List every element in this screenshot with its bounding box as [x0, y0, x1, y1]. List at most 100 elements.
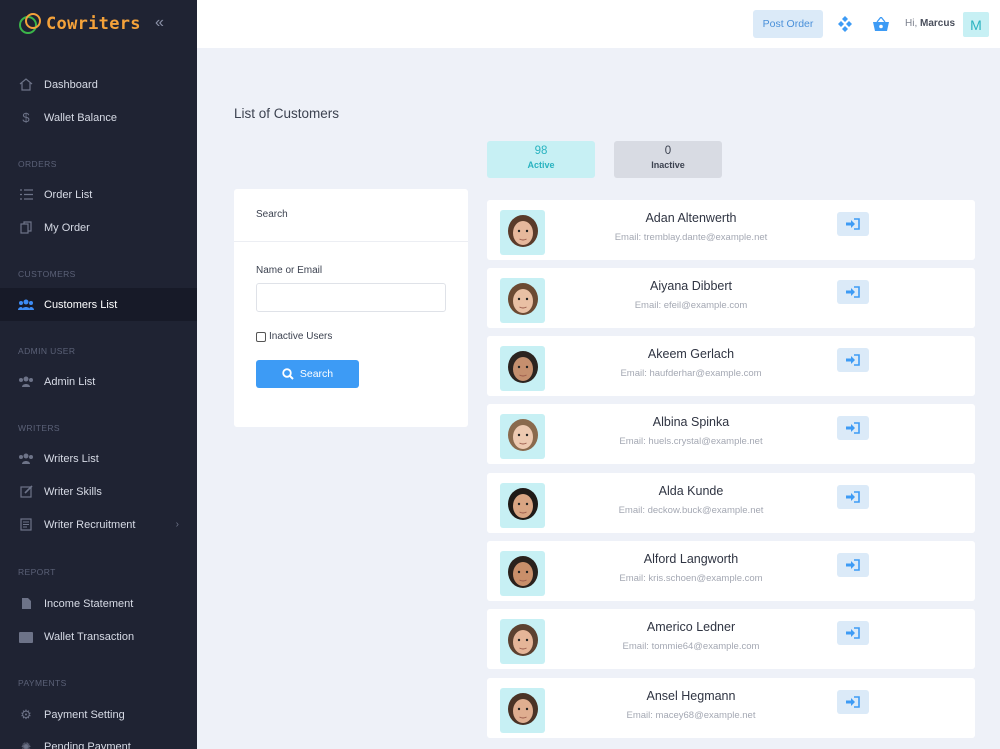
- login-as-customer-button[interactable]: [837, 621, 869, 645]
- customer-photo: [500, 346, 545, 391]
- sidebar-item-writers-list[interactable]: Writers List: [0, 442, 197, 475]
- sign-in-icon: [846, 286, 860, 298]
- sign-in-icon: [846, 627, 860, 639]
- search-panel: Search Name or Email Inactive Users Sear…: [234, 189, 468, 427]
- inactive-users-label: Inactive Users: [269, 331, 333, 342]
- login-as-customer-button[interactable]: [837, 485, 869, 509]
- sidebar-item-writer-recruitment[interactable]: Writer Recruitment ›: [0, 508, 197, 541]
- apps-icon[interactable]: [835, 14, 855, 34]
- active-count: 98: [534, 145, 548, 157]
- active-count-badge[interactable]: 98 Active: [487, 141, 595, 178]
- login-as-customer-button[interactable]: [837, 348, 869, 372]
- sidebar-item-label: Customers List: [44, 298, 118, 311]
- list-item: Alford Langworth Email: kris.schoen@examp…: [487, 541, 975, 601]
- sidebar-item-wallet-transaction[interactable]: Wallet Transaction: [0, 620, 197, 653]
- name-or-email-label: Name or Email: [256, 265, 323, 276]
- list-item: Americo Ledner Email: tommie64@example.co…: [487, 609, 975, 669]
- file-icon: [18, 597, 34, 611]
- login-as-customer-button[interactable]: [837, 212, 869, 236]
- sidebar-item-customers-list[interactable]: Customers List: [0, 288, 197, 321]
- section-caption-admin-user: ADMIN USER: [18, 346, 76, 356]
- greeting-prefix: Hi,: [905, 18, 918, 29]
- sidebar-item-income-statement[interactable]: Income Statement: [0, 587, 197, 620]
- user-name: Marcus: [920, 18, 956, 29]
- customer-name: Americo Ledner: [646, 620, 736, 634]
- name-or-email-input[interactable]: [256, 283, 446, 312]
- sidebar-item-label: Income Statement: [44, 597, 134, 610]
- customer-photo: [500, 688, 545, 733]
- inactive-users-checkbox[interactable]: Inactive Users: [256, 331, 332, 342]
- sidebar-item-order-list[interactable]: Order List: [0, 178, 197, 211]
- search-icon: [282, 368, 294, 380]
- inactive-label: Inactive: [651, 160, 685, 170]
- search-button[interactable]: Search: [256, 360, 359, 388]
- customer-email: Email: tremblay.dante@example.net: [614, 232, 768, 243]
- customer-photo: [500, 483, 545, 528]
- sign-in-icon: [846, 354, 860, 366]
- sidebar-item-admin-list[interactable]: Admin List: [0, 365, 197, 398]
- customer-email: Email: tommie64@example.com: [622, 641, 760, 652]
- edit-icon: [18, 485, 34, 499]
- sidebar-item-label: Pending Payment: [44, 740, 131, 749]
- sidebar-item-label: Wallet Transaction: [44, 630, 135, 643]
- post-order-button[interactable]: Post Order: [753, 10, 823, 38]
- login-as-customer-button[interactable]: [837, 690, 869, 714]
- avatar[interactable]: M: [963, 12, 989, 37]
- copy-icon: [18, 221, 34, 235]
- list-item: Aiyana Dibbert Email: efeil@example.com: [487, 268, 975, 328]
- top-bar: Post Order Hi, Marcus M: [197, 0, 1000, 48]
- active-label: Active: [527, 160, 555, 170]
- inactive-count: 0: [664, 145, 672, 157]
- customer-photo: [500, 278, 545, 323]
- sidebar-item-pending-payment[interactable]: ✺ Pending Payment: [0, 730, 197, 749]
- sign-in-icon: [846, 696, 860, 708]
- users-icon: [18, 452, 34, 466]
- sidebar-item-label: Dashboard: [44, 78, 98, 91]
- dollar-icon: $: [22, 110, 30, 125]
- sidebar-item-wallet-balance[interactable]: $ Wallet Balance: [0, 101, 197, 134]
- customer-name: Adan Altenwerth: [645, 211, 737, 225]
- login-as-customer-button[interactable]: [837, 553, 869, 577]
- sign-in-icon: [846, 491, 860, 503]
- greeting: Hi, Marcus: [905, 18, 955, 29]
- list-item: Alda Kunde Email: deckow.buck@example.net: [487, 473, 975, 533]
- document-icon: [18, 518, 34, 532]
- collapse-sidebar-icon[interactable]: «: [155, 14, 164, 32]
- customer-name: Alda Kunde: [658, 484, 724, 498]
- customer-name: Albina Spinka: [652, 415, 730, 429]
- sidebar: Cowriters « Dashboard $ Wallet Balance O…: [0, 0, 197, 749]
- login-as-customer-button[interactable]: [837, 280, 869, 304]
- spinner-icon: ✺: [20, 739, 32, 749]
- customer-email: Email: deckow.buck@example.net: [618, 505, 764, 516]
- sidebar-item-label: Order List: [44, 188, 93, 201]
- checkbox-box[interactable]: [256, 331, 266, 342]
- sidebar-item-label: Wallet Balance: [44, 111, 117, 124]
- login-as-customer-button[interactable]: [837, 416, 869, 440]
- customer-photo: [500, 414, 545, 459]
- list-icon: [18, 188, 34, 202]
- brand[interactable]: Cowriters: [0, 0, 197, 48]
- customer-name: Ansel Hegmann: [646, 689, 736, 703]
- sidebar-item-label: Admin List: [44, 375, 96, 388]
- sign-in-icon: [846, 559, 860, 571]
- basket-icon[interactable]: [871, 14, 891, 34]
- users-icon: [18, 298, 34, 312]
- inactive-count-badge[interactable]: 0 Inactive: [614, 141, 722, 178]
- sidebar-item-label: My Order: [44, 221, 90, 234]
- customer-email: Email: huels.crystal@example.net: [619, 436, 763, 447]
- list-item: Adan Altenwerth Email: tremblay.dante@exa…: [487, 200, 975, 260]
- customer-name: Aiyana Dibbert: [650, 279, 732, 293]
- home-icon: [18, 78, 34, 92]
- customer-email: Email: efeil@example.com: [634, 300, 748, 311]
- search-panel-title: Search: [234, 189, 468, 242]
- cowriters-logo-icon: [18, 11, 44, 37]
- sidebar-item-dashboard[interactable]: Dashboard: [0, 68, 197, 101]
- section-caption-customers: CUSTOMERS: [18, 269, 76, 279]
- chevron-right-icon: ›: [175, 519, 179, 530]
- section-caption-writers: WRITERS: [18, 423, 60, 433]
- sidebar-item-my-order[interactable]: My Order: [0, 211, 197, 244]
- customer-name: Akeem Gerlach: [647, 347, 735, 361]
- sidebar-item-writer-skills[interactable]: Writer Skills: [0, 475, 197, 508]
- sign-in-icon: [846, 218, 860, 230]
- sidebar-item-payment-setting[interactable]: ⚙ Payment Setting: [0, 698, 197, 731]
